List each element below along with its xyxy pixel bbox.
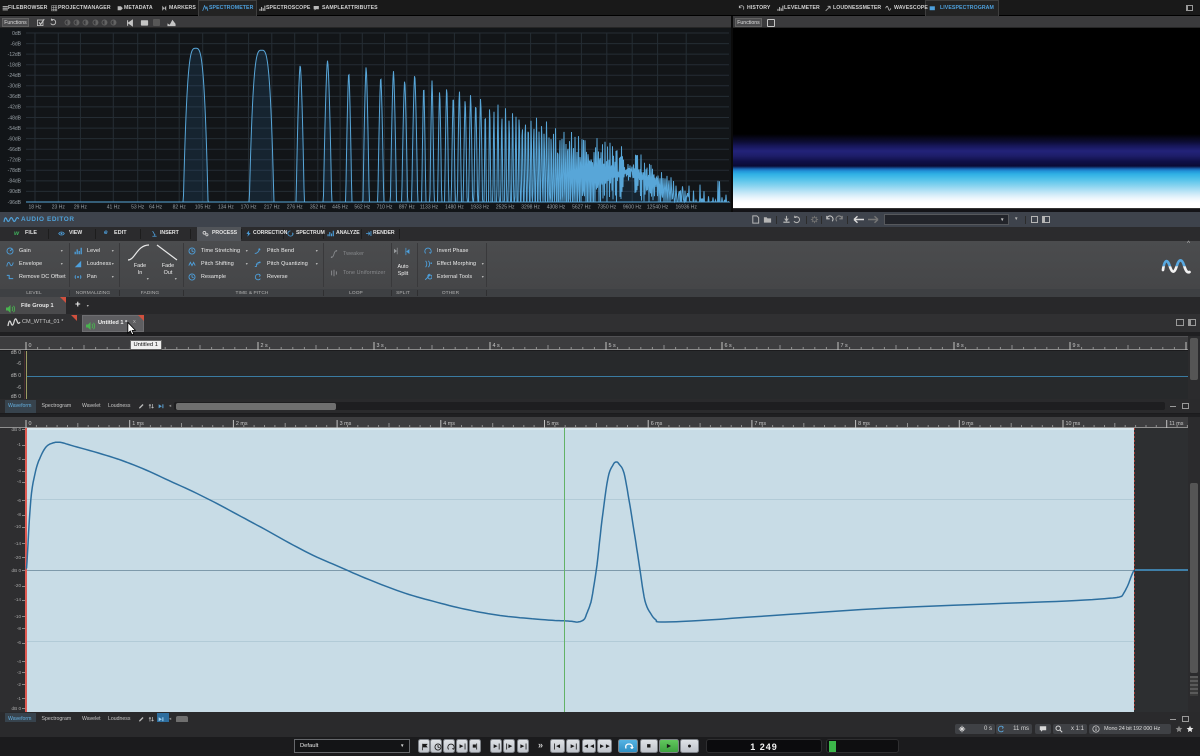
svg-text:1933 Hz: 1933 Hz	[470, 205, 489, 211]
svg-text:2525 Hz: 2525 Hz	[496, 205, 515, 211]
svg-text:4 s: 4 s	[493, 343, 500, 349]
svg-text:-12dB: -12dB	[8, 52, 22, 58]
svg-text:16936 Hz: 16936 Hz	[675, 205, 697, 211]
svg-text:3298 Hz: 3298 Hz	[521, 205, 540, 211]
svg-text:0: 0	[29, 343, 32, 349]
svg-text:6 ms: 6 ms	[651, 421, 663, 427]
svg-text:-96dB: -96dB	[8, 200, 22, 206]
svg-text:897 Hz: 897 Hz	[399, 205, 415, 211]
svg-text:12540 Hz: 12540 Hz	[647, 205, 669, 211]
svg-text:-84dB: -84dB	[8, 179, 22, 185]
svg-text:9 ms: 9 ms	[962, 421, 974, 427]
svg-text:-24dB: -24dB	[8, 73, 22, 79]
svg-text:-90dB: -90dB	[8, 189, 22, 195]
svg-text:0dB: 0dB	[12, 31, 22, 37]
svg-text:4308 Hz: 4308 Hz	[547, 205, 566, 211]
svg-text:276 Hz: 276 Hz	[287, 205, 303, 211]
svg-text:41 Hz: 41 Hz	[107, 205, 121, 211]
svg-text:-66dB: -66dB	[8, 147, 22, 153]
svg-text:217 Hz: 217 Hz	[264, 205, 280, 211]
svg-text:7350 Hz: 7350 Hz	[597, 205, 616, 211]
svg-text:105 Hz: 105 Hz	[195, 205, 211, 211]
svg-text:-60dB: -60dB	[8, 136, 22, 142]
svg-text:9 s: 9 s	[1073, 343, 1080, 349]
svg-text:0: 0	[29, 421, 32, 427]
svg-text:352 Hz: 352 Hz	[310, 205, 326, 211]
svg-text:-72dB: -72dB	[8, 158, 22, 164]
svg-text:6 s: 6 s	[725, 343, 732, 349]
svg-text:-18dB: -18dB	[8, 63, 22, 69]
svg-text:-78dB: -78dB	[8, 168, 22, 174]
svg-text:7 s: 7 s	[841, 343, 848, 349]
svg-text:562 Hz: 562 Hz	[354, 205, 370, 211]
svg-text:170 Hz: 170 Hz	[241, 205, 257, 211]
svg-text:-48dB: -48dB	[8, 115, 22, 121]
svg-text:53 Hz: 53 Hz	[131, 205, 145, 211]
svg-text:8 s: 8 s	[957, 343, 964, 349]
svg-text:710 Hz: 710 Hz	[377, 205, 393, 211]
svg-text:64 Hz: 64 Hz	[149, 205, 163, 211]
svg-text:11 ms: 11 ms	[1169, 421, 1184, 427]
svg-text:82 Hz: 82 Hz	[173, 205, 187, 211]
svg-text:5 s: 5 s	[609, 343, 616, 349]
svg-text:3 ms: 3 ms	[340, 421, 352, 427]
svg-text:1133 Hz: 1133 Hz	[420, 205, 439, 211]
svg-text:23 Hz: 23 Hz	[52, 205, 66, 211]
svg-text:2 ms: 2 ms	[236, 421, 248, 427]
svg-text:18 Hz: 18 Hz	[28, 205, 42, 211]
svg-text:7 ms: 7 ms	[754, 421, 766, 427]
svg-text:445 Hz: 445 Hz	[332, 205, 348, 211]
svg-text:3 s: 3 s	[377, 343, 384, 349]
svg-text:5 ms: 5 ms	[547, 421, 559, 427]
svg-text:134 Hz: 134 Hz	[218, 205, 234, 211]
svg-text:-36dB: -36dB	[8, 94, 22, 100]
svg-text:-30dB: -30dB	[8, 84, 22, 90]
svg-text:-6dB: -6dB	[10, 41, 21, 47]
svg-text:9600 Hz: 9600 Hz	[623, 205, 642, 211]
svg-text:5627 Hz: 5627 Hz	[572, 205, 591, 211]
svg-text:-54dB: -54dB	[8, 126, 22, 132]
svg-text:1 ms: 1 ms	[132, 421, 144, 427]
svg-text:2 s: 2 s	[261, 343, 268, 349]
svg-text:8 ms: 8 ms	[858, 421, 870, 427]
svg-text:-42dB: -42dB	[8, 105, 22, 111]
svg-text:29 Hz: 29 Hz	[74, 205, 88, 211]
svg-text:1480 Hz: 1480 Hz	[445, 205, 464, 211]
svg-text:4 ms: 4 ms	[443, 421, 455, 427]
